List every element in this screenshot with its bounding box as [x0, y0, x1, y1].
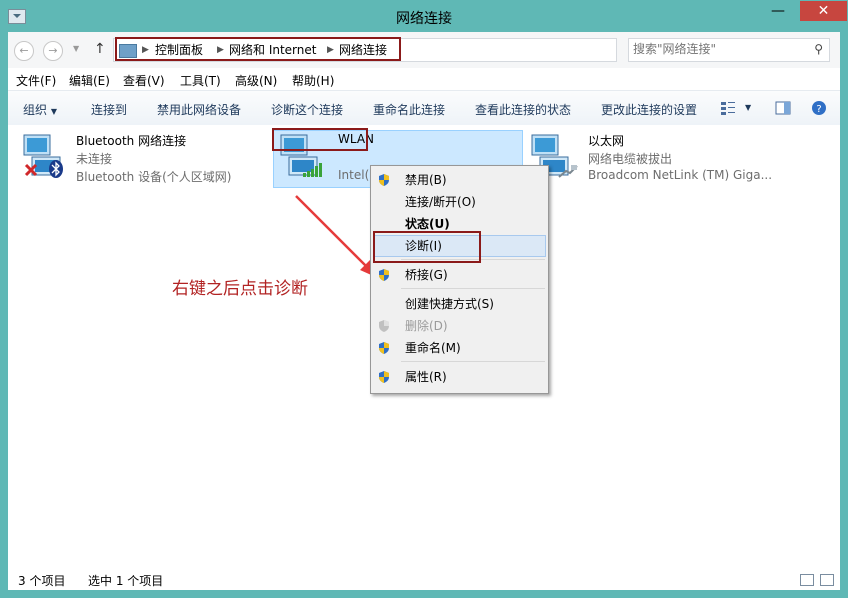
address-toolbar: ← → ▼ ↑ ▶ 控制面板 ▶ 网络和 Internet ▶ 网络连接 ⌄ ↻… [8, 32, 840, 68]
client-area: ← → ▼ ↑ ▶ 控制面板 ▶ 网络和 Internet ▶ 网络连接 ⌄ ↻… [8, 32, 840, 590]
search-input[interactable] [633, 41, 803, 57]
rename-button[interactable]: 重命名此连接 [373, 101, 445, 118]
diagnose-button[interactable]: 诊断这个连接 [271, 101, 343, 118]
connection-ethernet[interactable]: 以太网 网络电缆被拔出 Broadcom NetLink (TM) Giga..… [528, 129, 828, 189]
menu-item-connect[interactable]: 连接/断开(O) [371, 191, 548, 213]
organize-label: 组织 [23, 103, 48, 117]
menu-item-label: 创建快捷方式(S) [405, 297, 494, 311]
menu-edit[interactable]: 编辑(E) [69, 72, 110, 89]
close-button[interactable]: ✕ [800, 1, 847, 21]
highlight-box-wlan [272, 128, 368, 151]
menu-view[interactable]: 查看(V) [123, 72, 165, 89]
shield-icon [379, 320, 389, 332]
explorer-window: 网络连接 — ✕ ← → ▼ ↑ ▶ 控制面板 ▶ 网络和 Internet ▶… [0, 0, 848, 598]
menu-advanced[interactable]: 高级(N) [235, 72, 277, 89]
menu-help[interactable]: 帮助(H) [292, 72, 334, 89]
connect-to-button[interactable]: 连接到 [91, 101, 127, 118]
menu-item-label: 重命名(M) [405, 341, 461, 355]
menu-item-label: 禁用(B) [405, 173, 447, 187]
shield-icon [379, 371, 389, 383]
connection-status: 未连接 [76, 152, 113, 166]
connection-status: 网络电缆被拔出 [588, 152, 673, 166]
forward-button[interactable]: → [43, 41, 63, 61]
preview-pane-icon[interactable] [775, 100, 791, 116]
wifi-signal-icon [303, 163, 322, 177]
help-icon[interactable]: ? [811, 100, 827, 116]
search-box[interactable]: ⚲ [628, 38, 830, 62]
connection-name: 以太网 [588, 134, 625, 148]
minimize-button[interactable]: — [765, 1, 791, 21]
menu-separator [401, 288, 545, 289]
change-settings-button[interactable]: 更改此连接的设置 [601, 101, 697, 118]
menu-separator [401, 361, 545, 362]
menu-item-disable[interactable]: 禁用(B) [371, 169, 548, 191]
details-view-icon[interactable] [800, 574, 814, 586]
shield-icon [379, 342, 389, 354]
shield-icon [379, 269, 389, 281]
connection-name: Bluetooth 网络连接 [76, 134, 187, 148]
menu-item-create-shortcut[interactable]: 创建快捷方式(S) [371, 293, 548, 315]
organize-button[interactable]: 组织 ▼ [23, 101, 57, 118]
menu-item-properties[interactable]: 属性(R) [371, 366, 548, 388]
menu-item-label: 删除(D) [405, 319, 448, 333]
back-button[interactable]: ← [14, 41, 34, 61]
context-menu: 禁用(B) 连接/断开(O) 状态(U) 诊断(I) 桥接(G) 创建快捷方式(… [370, 165, 549, 394]
menu-item-label: 属性(R) [405, 370, 447, 384]
view-status-button[interactable]: 查看此连接的状态 [475, 101, 571, 118]
highlight-box-address [115, 37, 401, 61]
connection-device: Broadcom NetLink (TM) Giga... [588, 168, 773, 182]
connection-bluetooth[interactable]: Bluetooth 网络连接 未连接 Bluetooth 设备(个人区域网) [20, 129, 260, 189]
menu-item-delete: 删除(D) [371, 315, 548, 337]
menu-item-label: 连接/断开(O) [405, 195, 476, 209]
menu-item-bridge[interactable]: 桥接(G) [371, 264, 548, 286]
ethernet-cable-icon [558, 165, 578, 178]
annotation-text: 右键之后点击诊断 [172, 279, 308, 299]
status-bar: 3 个项目 选中 1 个项目 [8, 565, 840, 590]
menu-file[interactable]: 文件(F) [16, 72, 56, 89]
recent-locations-icon[interactable]: ▼ [73, 44, 79, 53]
menu-item-rename[interactable]: 重命名(M) [371, 337, 548, 359]
up-button[interactable]: ↑ [94, 41, 106, 57]
connection-device: Bluetooth 设备(个人区域网) [76, 170, 232, 184]
svg-text:?: ? [816, 104, 821, 115]
disable-device-button[interactable]: 禁用此网络设备 [157, 101, 241, 118]
title-bar: 网络连接 — ✕ [0, 0, 848, 32]
window-title: 网络连接 [396, 11, 452, 27]
menu-tools[interactable]: 工具(T) [180, 72, 221, 89]
search-icon[interactable]: ⚲ [814, 42, 823, 56]
large-icons-view-icon[interactable] [820, 574, 834, 586]
highlight-box-diagnose [373, 231, 481, 263]
item-count: 3 个项目 [18, 574, 66, 588]
shield-icon [379, 174, 389, 186]
command-bar: 组织 ▼ 连接到 禁用此网络设备 诊断这个连接 重命名此连接 查看此连接的状态 … [8, 90, 840, 126]
disconnected-x-icon [24, 163, 38, 177]
bluetooth-icon [49, 160, 63, 178]
menu-item-label: 桥接(G) [405, 268, 448, 282]
selected-count: 选中 1 个项目 [88, 574, 164, 588]
view-options-icon[interactable] [720, 100, 736, 116]
chevron-down-icon: ▼ [50, 107, 57, 116]
chevron-down-icon[interactable]: ▼ [745, 103, 751, 112]
menu-bar: 文件(F) 编辑(E) 查看(V) 工具(T) 高级(N) 帮助(H) [8, 68, 840, 90]
